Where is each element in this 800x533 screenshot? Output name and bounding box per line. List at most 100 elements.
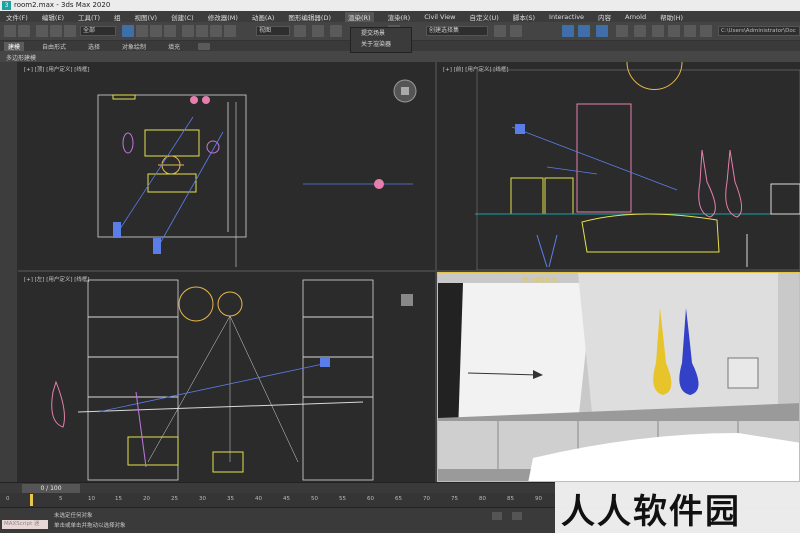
- viewport-camera-render: [438, 273, 799, 481]
- layer-explorer-icon[interactable]: [578, 25, 590, 37]
- tab-modeling[interactable]: 建模: [4, 41, 25, 51]
- material-editor-icon[interactable]: [652, 25, 664, 37]
- scene-explorer-icon[interactable]: [562, 25, 574, 37]
- viewport-front[interactable]: [+] [前] [用户定义] [线框]: [437, 62, 800, 270]
- menu-arnold[interactable]: Arnold: [625, 13, 646, 21]
- rendering-dropdown-menu: 提交场景 关于渲染器: [350, 27, 412, 53]
- tick-label: 60: [367, 496, 374, 502]
- menu-rendering[interactable]: 渲染(R): [388, 12, 411, 22]
- project-path-field[interactable]: C:\Users\Administrator\Doc: [718, 26, 800, 36]
- tick-label: 45: [283, 496, 290, 502]
- menu-item-about-renderer[interactable]: 关于渲染器: [351, 39, 411, 50]
- tick-label: 0: [6, 496, 10, 502]
- tick-label: 90: [535, 496, 542, 502]
- menu-modifiers[interactable]: 修改器(M): [208, 12, 238, 22]
- tick-label: 70: [423, 496, 430, 502]
- menu-file[interactable]: 文件(F): [6, 12, 28, 22]
- command-panel-strip: [0, 62, 18, 482]
- menu-interactive[interactable]: Interactive: [549, 13, 584, 21]
- viewport-camera[interactable]: [+] [Camera001] [用户定义] [默认明暗处理]: [437, 272, 800, 482]
- scale-icon[interactable]: [210, 25, 222, 37]
- rendered-frame-window-icon[interactable]: [684, 25, 696, 37]
- tick-label: 55: [339, 496, 346, 502]
- menu-help[interactable]: 帮助(H): [660, 12, 683, 22]
- status-selection-text: 未选定任何对象: [54, 513, 93, 519]
- ribbon-panel-label: 多边形建模: [6, 55, 37, 62]
- menu-tools[interactable]: 工具(T): [78, 12, 100, 22]
- title-bar: 3 room2.max - 3ds Max 2020: [0, 0, 800, 11]
- tick-label: 50: [311, 496, 318, 502]
- viewport-left-wireframe: [51, 279, 413, 481]
- tick-label: 85: [507, 496, 514, 502]
- time-cursor[interactable]: [30, 494, 33, 506]
- time-slider[interactable]: 0 / 100: [22, 484, 80, 493]
- move-icon[interactable]: [182, 25, 194, 37]
- tick-label: 35: [227, 496, 234, 502]
- unlink-icon[interactable]: [50, 25, 62, 37]
- app-logo-icon: 3: [2, 1, 11, 10]
- tick-label: 80: [479, 496, 486, 502]
- select-manipulate-icon[interactable]: [312, 25, 324, 37]
- undo-icon[interactable]: [4, 25, 16, 37]
- tab-selection[interactable]: 选择: [84, 42, 104, 51]
- tick-label: 75: [451, 496, 458, 502]
- menu-scripting[interactable]: 脚本(S): [513, 12, 535, 22]
- lock-selection-icon[interactable]: [492, 512, 502, 520]
- viewport-front-wireframe: [475, 62, 800, 270]
- region-select-icon[interactable]: [150, 25, 162, 37]
- viewport-top[interactable]: [+] [顶] [用户定义] [线框]: [18, 62, 435, 270]
- tick-label: 30: [199, 496, 206, 502]
- tick-label: 15: [115, 496, 122, 502]
- menu-customize[interactable]: 自定义(U): [469, 12, 498, 22]
- watermark-text: 人人软件园: [561, 492, 741, 532]
- ribbon-options-icon[interactable]: [198, 42, 211, 50]
- render-setup-icon[interactable]: [668, 25, 680, 37]
- maxscript-listener[interactable]: MAXScript 迷: [2, 520, 48, 529]
- menu-edit[interactable]: 编辑(E): [42, 12, 64, 22]
- tab-object-paint[interactable]: 对象绘制: [118, 42, 150, 51]
- status-prompt-text: 单击或单击并拖动以选择对象: [54, 523, 126, 529]
- menu-item-submit-scene[interactable]: 提交场景: [351, 28, 411, 39]
- viewport-top-wireframe: [97, 79, 417, 267]
- redo-icon[interactable]: [18, 25, 30, 37]
- tick-label: 65: [395, 496, 402, 502]
- window-crossing-icon[interactable]: [164, 25, 176, 37]
- tick-label: 20: [143, 496, 150, 502]
- bind-space-warp-icon[interactable]: [64, 25, 76, 37]
- absolute-mode-icon[interactable]: [512, 512, 522, 520]
- tick-label: 40: [255, 496, 262, 502]
- menu-rendering-active[interactable]: 渲染(R): [345, 11, 374, 22]
- tab-populate[interactable]: 填充: [164, 42, 184, 51]
- select-by-name-icon[interactable]: [136, 25, 148, 37]
- menu-bar: 文件(F) 编辑(E) 工具(T) 组 视图(V) 创建(C) 修改器(M) 动…: [0, 11, 800, 22]
- menu-views[interactable]: 视图(V): [135, 12, 158, 22]
- tick-label: 10: [88, 496, 95, 502]
- menu-animation[interactable]: 动画(A): [252, 12, 275, 22]
- watermark: 人人软件园: [555, 482, 800, 533]
- curve-editor-icon[interactable]: [616, 25, 628, 37]
- link-icon[interactable]: [36, 25, 48, 37]
- rotate-icon[interactable]: [196, 25, 208, 37]
- pivot-center-icon[interactable]: [294, 25, 306, 37]
- tick-label: 25: [171, 496, 178, 502]
- menu-civil-view[interactable]: Civil View: [424, 13, 455, 21]
- menu-graph-editors[interactable]: 图形编辑器(D): [288, 12, 331, 22]
- menu-content[interactable]: 内容: [598, 12, 611, 22]
- menu-group[interactable]: 组: [114, 12, 121, 22]
- keyboard-shortcut-icon[interactable]: [330, 25, 342, 37]
- named-selection-sets-dropdown[interactable]: 创建选择集: [426, 26, 488, 36]
- align-icon[interactable]: [510, 25, 522, 37]
- selection-filter-dropdown[interactable]: 全部: [80, 26, 116, 36]
- schematic-view-icon[interactable]: [634, 25, 646, 37]
- ribbon-toggle-icon[interactable]: [596, 25, 608, 37]
- tab-freeform[interactable]: 自由形式: [38, 42, 70, 51]
- window-title: room2.max - 3ds Max 2020: [14, 1, 111, 9]
- select-object-icon[interactable]: [122, 25, 134, 37]
- tick-label: 5: [59, 496, 63, 502]
- render-teapot-icon[interactable]: [700, 25, 712, 37]
- reference-coordinate-dropdown[interactable]: 视图: [256, 26, 290, 36]
- viewport-left[interactable]: [+] [左] [用户定义] [线框]: [18, 272, 435, 482]
- mirror-icon[interactable]: [494, 25, 506, 37]
- menu-create[interactable]: 创建(C): [171, 12, 194, 22]
- placement-icon[interactable]: [224, 25, 236, 37]
